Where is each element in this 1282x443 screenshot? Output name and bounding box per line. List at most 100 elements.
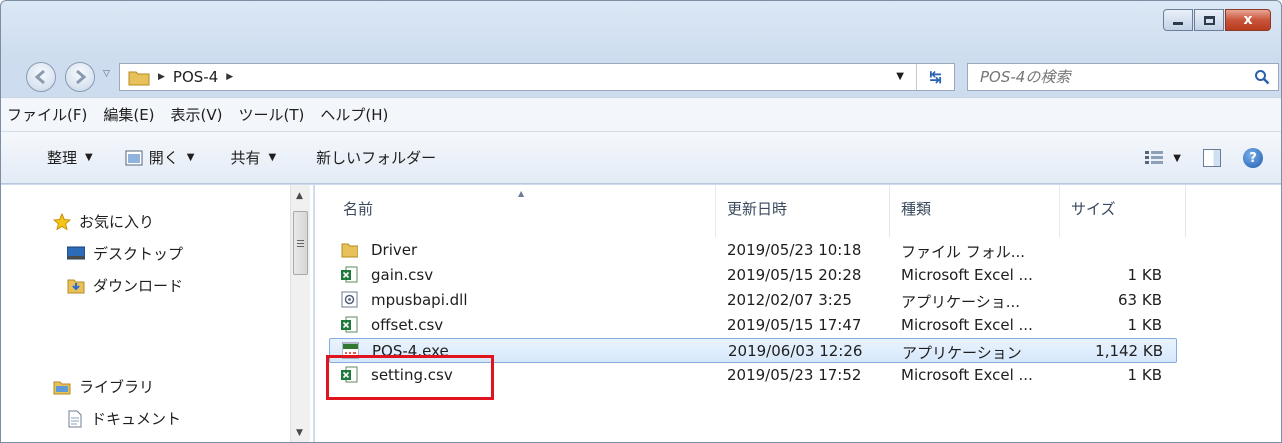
chevron-down-icon: ▼ [1173, 152, 1181, 164]
libraries-icon [53, 381, 71, 395]
file-type: アプリケーション [902, 344, 1022, 362]
scroll-thumb[interactable] [293, 211, 308, 275]
new-folder-label: 新しいフォルダー [316, 149, 437, 167]
file-row[interactable]: setting.csv 2019/05/23 17:52 Microsoft Exc… [329, 363, 1177, 388]
column-type[interactable]: 種類 [901, 198, 931, 219]
file-name: setting.csv [371, 366, 453, 384]
file-modified: 2019/06/03 12:26 [728, 342, 863, 360]
nav-favorites-label: お気に入り [79, 213, 155, 231]
column-divider[interactable] [1185, 185, 1186, 237]
change-view-button[interactable]: ▼ [1145, 151, 1181, 165]
column-size[interactable]: サイズ [1071, 198, 1116, 219]
file-row[interactable]: offset.csv 2019/05/15 17:47 Microsoft Exce… [329, 313, 1177, 338]
nav-desktop[interactable]: デスクトップ [67, 243, 183, 264]
folder-icon [341, 243, 358, 258]
new-folder-button[interactable]: 新しいフォルダー [316, 147, 436, 168]
nav-downloads[interactable]: ダウンロード [67, 275, 183, 296]
maximize-button[interactable] [1194, 9, 1224, 31]
maximize-icon [1203, 15, 1215, 25]
breadcrumb-pos4[interactable]: POS-4 [173, 68, 218, 86]
dll-icon [341, 291, 358, 308]
close-button[interactable]: x [1225, 9, 1271, 31]
file-type: Microsoft Excel ... [901, 316, 1033, 334]
file-name: offset.csv [371, 316, 444, 334]
documents-icon [68, 410, 82, 427]
recent-pages-dropdown[interactable]: ▽ [103, 69, 110, 79]
share-label: 共有 [230, 149, 261, 167]
share-button[interactable]: 共有 ▼ [230, 147, 276, 168]
chevron-down-icon: ▼ [268, 152, 277, 163]
back-button[interactable] [26, 62, 56, 92]
navigation-row: ▽ ▶ POS-4 ▶ ▼ ↹ [1, 59, 1281, 97]
file-row[interactable]: mpusbapi.dll 2012/02/07 3:25 アプリケーショ... 63 … [329, 288, 1177, 313]
nav-desktop-label: デスクトップ [93, 245, 184, 263]
column-divider[interactable] [1059, 185, 1060, 237]
file-row[interactable]: Driver 2019/05/23 10:18 ファイル フォル... [329, 238, 1177, 263]
navigation-pane: お気に入り デスクトップ ダウンロード ライブラリ ドキュメント ▲ ▼ [1, 185, 314, 442]
folder-icon [128, 71, 150, 85]
menu-tools[interactable]: ツール(T) [239, 104, 305, 125]
chevron-down-icon: ▼ [85, 152, 93, 163]
preview-pane-icon[interactable] [1203, 149, 1221, 167]
file-size: 1,142 KB [1095, 342, 1163, 360]
menu-edit[interactable]: 編集(E) [103, 104, 154, 125]
back-arrow-icon [34, 69, 45, 85]
file-modified: 2019/05/23 10:18 [727, 241, 862, 259]
excel-csv-icon [341, 316, 358, 333]
file-size: 1 KB [1127, 366, 1162, 384]
breadcrumb-separator-icon[interactable]: ▶ [158, 72, 165, 82]
nav-scrollbar[interactable]: ▲ ▼ [290, 185, 310, 442]
file-size: 63 KB [1118, 291, 1162, 309]
file-modified: 2012/02/07 3:25 [727, 291, 852, 309]
menu-view[interactable]: 表示(V) [171, 104, 223, 125]
organize-button[interactable]: 整理 ▼ [47, 147, 93, 168]
search-box[interactable] [967, 63, 1279, 91]
chevron-down-icon: ▼ [186, 152, 195, 163]
column-divider[interactable] [715, 185, 716, 237]
grip-icon [297, 240, 304, 241]
file-name: POS-4.exe [372, 342, 449, 360]
address-bar[interactable]: ▶ POS-4 ▶ ▼ ↹ [119, 63, 955, 91]
excel-csv-icon [341, 266, 358, 283]
nav-documents[interactable]: ドキュメント [67, 408, 181, 429]
excel-csv-icon [341, 366, 358, 383]
scroll-up-icon[interactable]: ▲ [296, 191, 303, 201]
address-dropdown-icon[interactable]: ▼ [896, 71, 904, 82]
open-button[interactable]: 開く ▼ [125, 147, 195, 168]
file-row[interactable]: gain.csv 2019/05/15 20:28 Microsoft Excel … [329, 263, 1177, 288]
search-icon[interactable] [1254, 69, 1270, 85]
file-modified: 2019/05/15 17:47 [727, 316, 862, 334]
file-list: ▲ 名前 更新日時 種類 サイズ Driver 2019/05/23 10:18 フ… [315, 185, 1281, 442]
nav-favorites[interactable]: お気に入り [53, 211, 154, 232]
command-bar-right: ▼ ? [1145, 148, 1263, 168]
column-name[interactable]: 名前 [343, 198, 373, 219]
minimize-button[interactable] [1163, 9, 1193, 31]
search-input[interactable] [980, 68, 1250, 86]
file-name: mpusbapi.dll [371, 291, 468, 309]
column-modified[interactable]: 更新日時 [727, 198, 787, 219]
menu-help[interactable]: ヘルプ(H) [320, 104, 388, 125]
file-type: Microsoft Excel ... [901, 366, 1033, 384]
view-options-icon [1145, 151, 1164, 164]
menu-file[interactable]: ファイル(F) [7, 104, 87, 125]
column-divider[interactable] [889, 185, 890, 237]
forward-button[interactable] [65, 62, 95, 92]
command-bar: 整理 ▼ 開く ▼ 共有 ▼ 新しいフォルダー ▼ ? [1, 132, 1281, 184]
forward-arrow-icon [76, 69, 87, 85]
scroll-down-icon[interactable]: ▼ [296, 428, 303, 438]
nav-libraries[interactable]: ライブラリ [53, 376, 154, 397]
file-row[interactable]: POS-4.exe 2019/06/03 12:26 アプリケーション 1,142 K… [329, 338, 1177, 363]
nav-libraries-label: ライブラリ [79, 378, 155, 396]
pos-exe-icon [342, 342, 359, 359]
desktop-icon [67, 246, 85, 259]
help-icon[interactable]: ? [1243, 148, 1263, 168]
caption-buttons: x [1163, 9, 1271, 31]
nav-documents-label: ドキュメント [91, 410, 182, 428]
file-name: gain.csv [371, 266, 434, 284]
explorer-window: x ▽ ▶ POS-4 ▶ ▼ ↹ ファイル(F) 編集(E) 表示(V) ツー… [0, 0, 1282, 443]
downloads-icon [67, 279, 85, 294]
refresh-button[interactable]: ↹ [916, 64, 954, 90]
sort-ascending-icon: ▲ [518, 189, 525, 198]
close-icon: x [1243, 12, 1253, 28]
breadcrumb-separator-icon[interactable]: ▶ [226, 72, 233, 82]
